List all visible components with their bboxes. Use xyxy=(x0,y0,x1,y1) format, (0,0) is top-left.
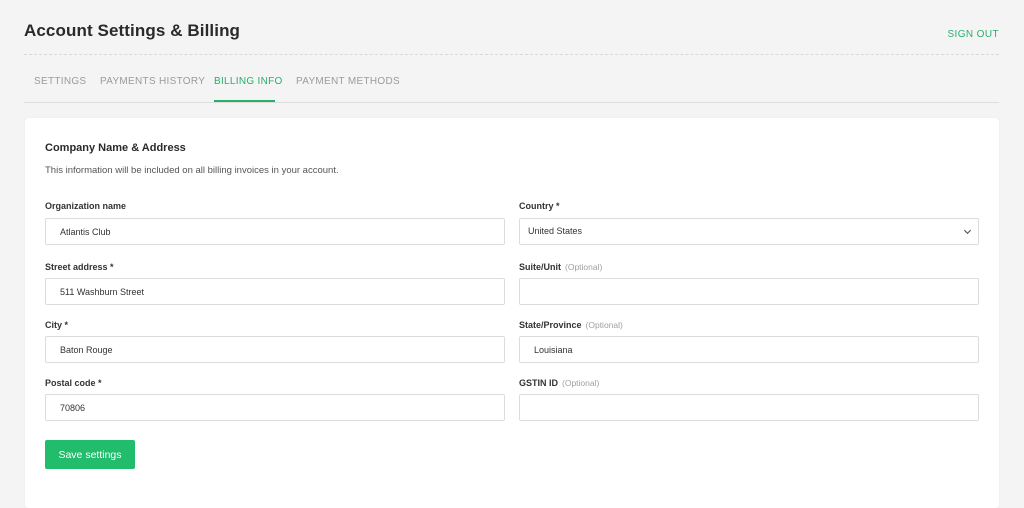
street-label: Street address * xyxy=(45,262,114,272)
tab-settings[interactable]: SETTINGS xyxy=(34,76,86,87)
tab-billing-info[interactable]: BILLING INFO xyxy=(214,76,283,87)
tab-payment-methods[interactable]: PAYMENT METHODS xyxy=(296,76,400,87)
gstin-optional-hint: (Optional) xyxy=(562,378,600,388)
sign-out-link[interactable]: SIGN OUT xyxy=(947,29,999,40)
state-label-text: State/Province xyxy=(519,320,582,330)
save-settings-button[interactable]: Save settings xyxy=(45,440,135,469)
country-label: Country * xyxy=(519,201,560,211)
postal-label: Postal code * xyxy=(45,378,102,388)
city-input[interactable] xyxy=(45,336,505,363)
section-description: This information will be included on all… xyxy=(45,165,339,176)
state-label: State/Province (Optional) xyxy=(519,320,623,330)
section-title: Company Name & Address xyxy=(45,142,186,154)
gstin-input[interactable] xyxy=(519,394,979,421)
state-input[interactable] xyxy=(519,336,979,363)
gstin-label: GSTIN ID (Optional) xyxy=(519,378,599,388)
tab-bar: SETTINGS PAYMENTS HISTORY BILLING INFO P… xyxy=(24,56,999,103)
organization-label: Organization name xyxy=(45,201,127,211)
country-select-value: United States xyxy=(528,226,583,236)
state-optional-hint: (Optional) xyxy=(585,320,623,330)
postal-input[interactable] xyxy=(45,394,505,421)
page-header: Account Settings & Billing SIGN OUT xyxy=(24,0,999,55)
gstin-label-text: GSTIN ID xyxy=(519,378,559,388)
suite-optional-hint: (Optional) xyxy=(565,262,603,272)
country-select[interactable]: United States xyxy=(519,218,979,245)
suite-input[interactable] xyxy=(519,278,979,305)
billing-info-card: Company Name & Address This information … xyxy=(25,118,999,508)
page-title: Account Settings & Billing xyxy=(24,21,241,40)
suite-label: Suite/Unit (Optional) xyxy=(519,262,602,272)
tab-payments-history[interactable]: PAYMENTS HISTORY xyxy=(100,76,205,87)
city-label: City * xyxy=(45,320,69,330)
organization-input[interactable] xyxy=(45,218,505,245)
street-input[interactable] xyxy=(45,278,505,305)
chevron-down-icon xyxy=(963,229,972,235)
active-tab-indicator xyxy=(214,100,275,102)
suite-label-text: Suite/Unit xyxy=(519,262,561,272)
